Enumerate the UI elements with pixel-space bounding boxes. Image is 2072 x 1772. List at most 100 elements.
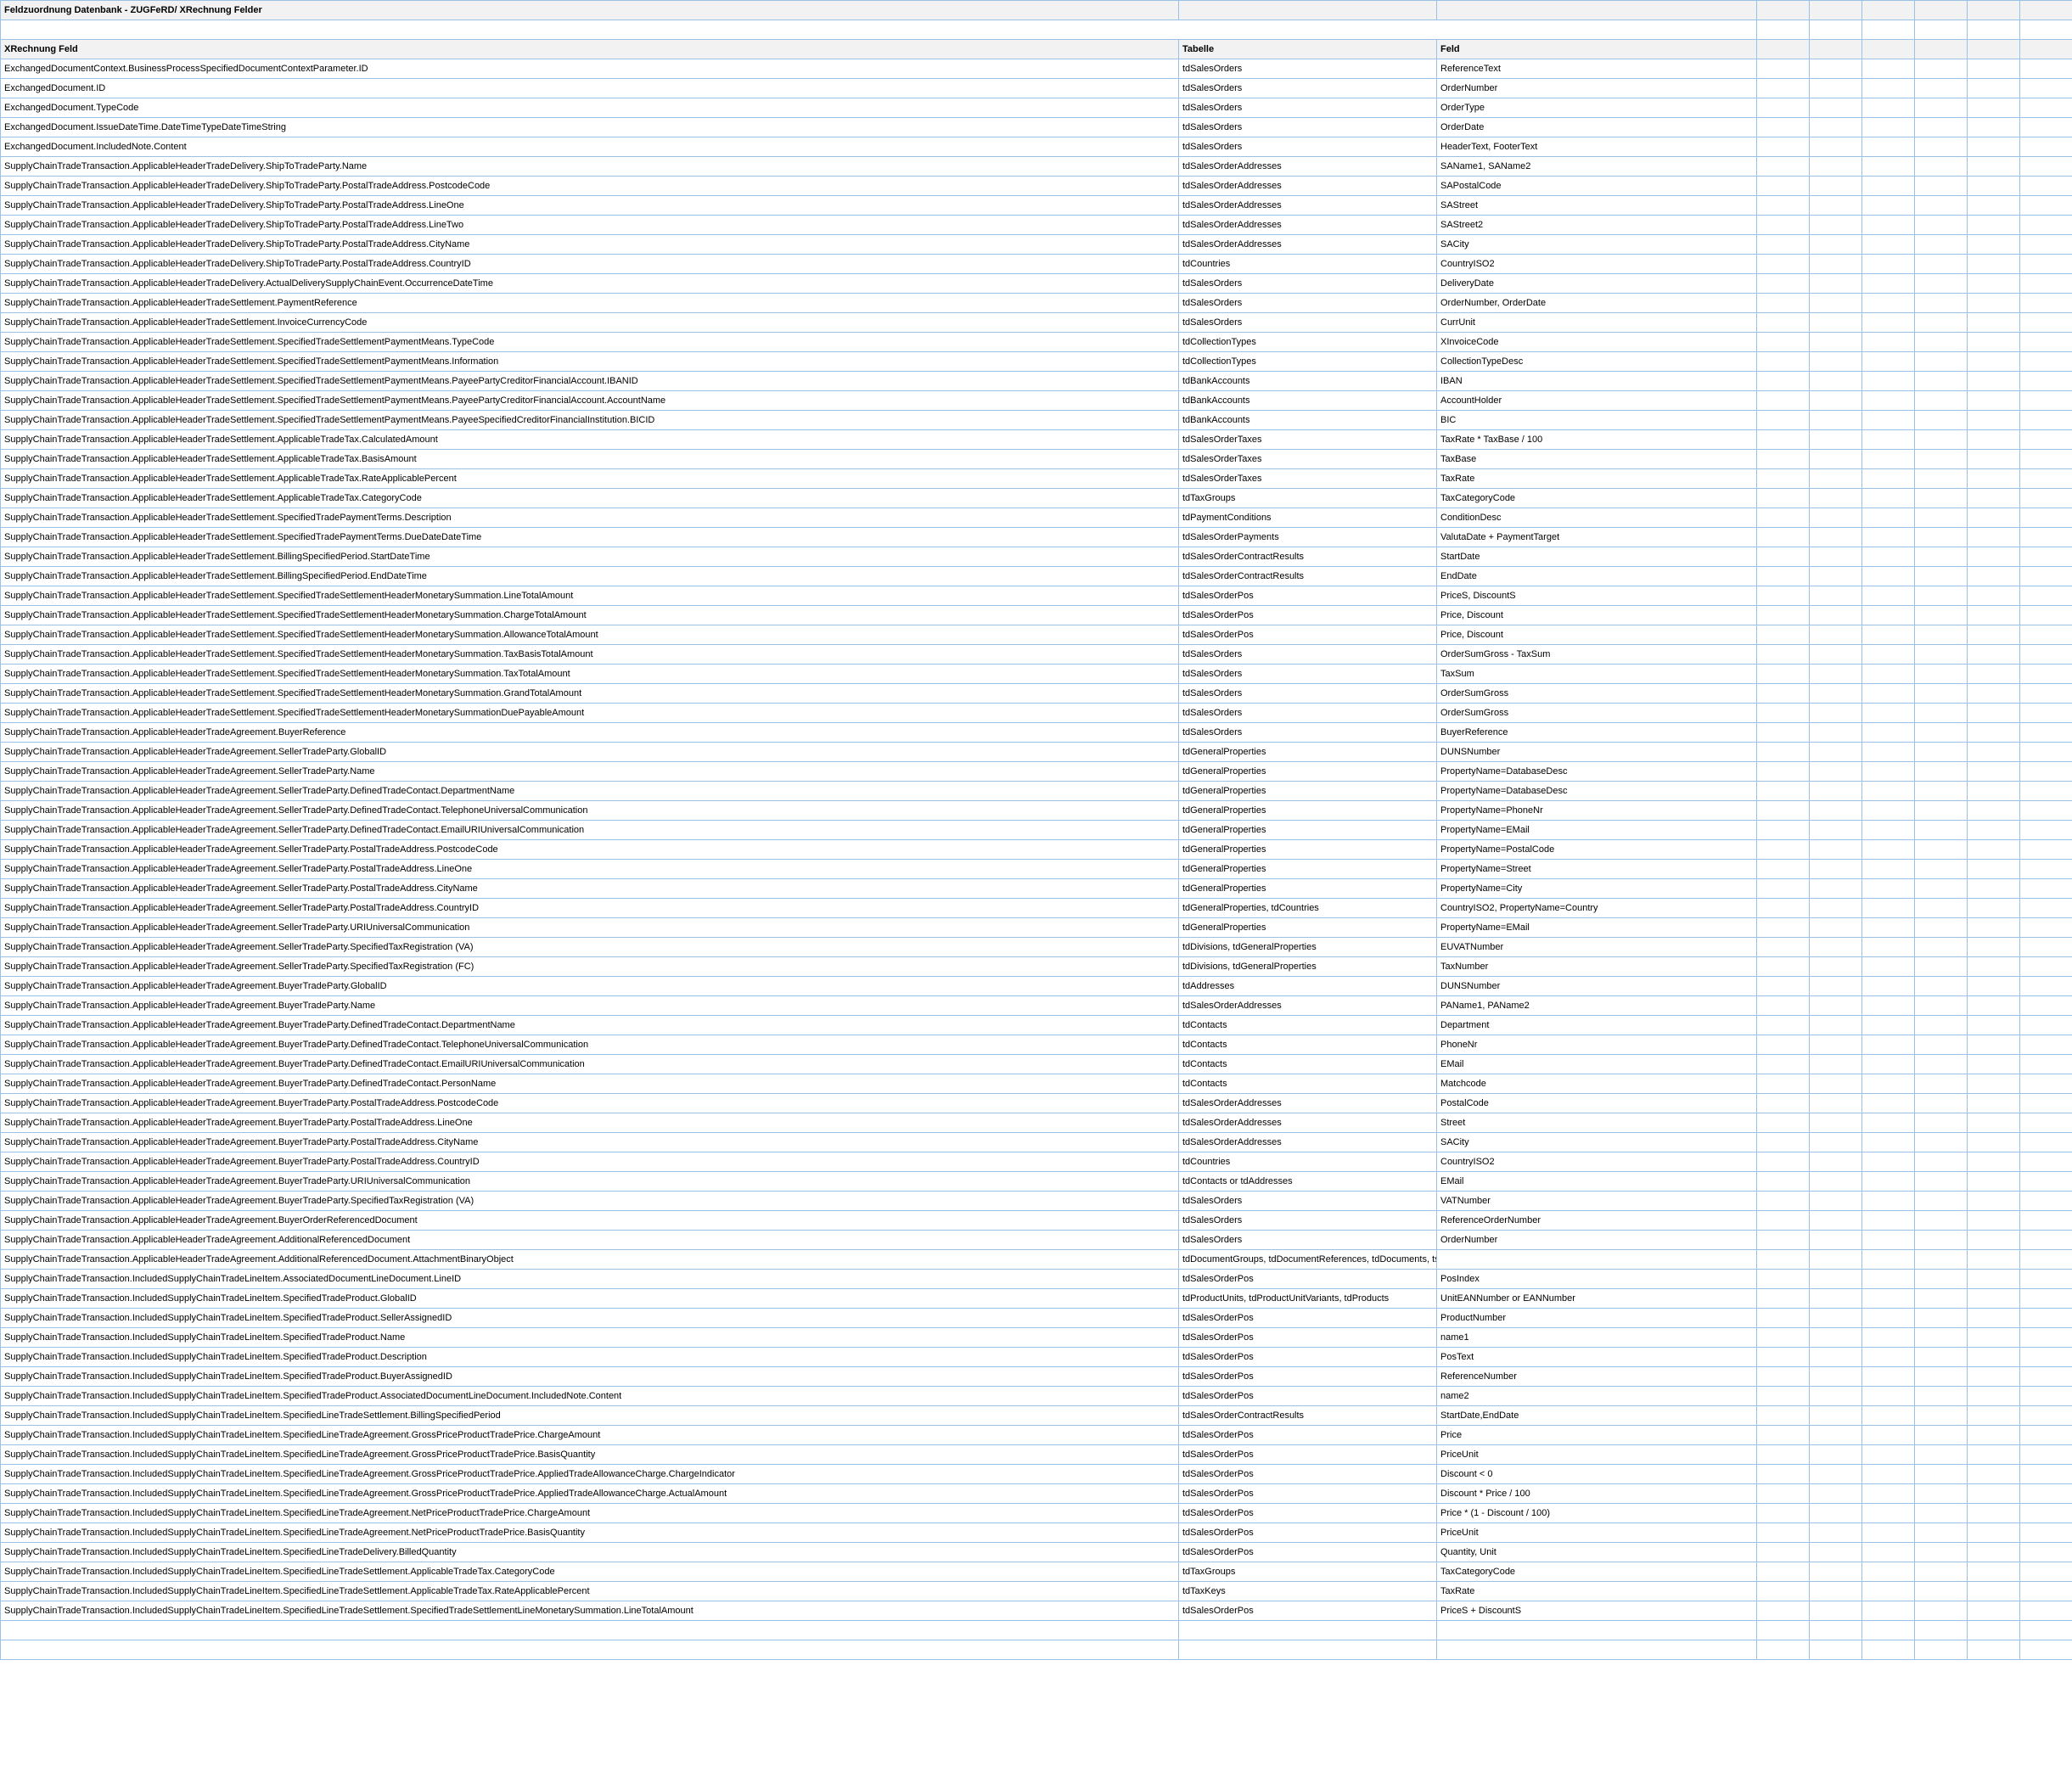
cell-tabelle[interactable]: tdSalesOrderPos — [1179, 1445, 1437, 1465]
cell-xrechnung-feld[interactable]: SupplyChainTradeTransaction.IncludedSupp… — [1, 1309, 1179, 1328]
empty-cell[interactable] — [1810, 586, 1862, 606]
empty-cell[interactable] — [1757, 20, 1810, 40]
cell-feld[interactable]: name1 — [1437, 1328, 1757, 1348]
empty-cell[interactable] — [1862, 625, 1915, 645]
cell-feld[interactable]: ReferenceNumber — [1437, 1367, 1757, 1387]
empty-cell[interactable] — [2020, 1309, 2072, 1328]
table-row[interactable]: SupplyChainTradeTransaction.IncludedSupp… — [1, 1270, 2072, 1289]
cell-feld[interactable]: PriceS + DiscountS — [1437, 1601, 1757, 1621]
table-row[interactable]: SupplyChainTradeTransaction.IncludedSupp… — [1, 1309, 2072, 1328]
empty-cell[interactable] — [1968, 860, 2020, 879]
table-row[interactable]: SupplyChainTradeTransaction.IncludedSupp… — [1, 1289, 2072, 1309]
cell-xrechnung-feld[interactable]: SupplyChainTradeTransaction.ApplicableHe… — [1, 372, 1179, 391]
empty-cell[interactable] — [1862, 274, 1915, 294]
empty-cell[interactable] — [2020, 1035, 2072, 1055]
empty-cell[interactable] — [1915, 411, 1968, 430]
empty-cell[interactable] — [2020, 1465, 2072, 1484]
empty-cell[interactable] — [1757, 313, 1810, 333]
empty-cell[interactable] — [1810, 1231, 1862, 1250]
empty-cell[interactable] — [2020, 40, 2072, 59]
empty-cell[interactable] — [1968, 1543, 2020, 1562]
empty-cell[interactable] — [1915, 938, 1968, 957]
empty-cell[interactable] — [1915, 840, 1968, 860]
empty-cell[interactable] — [1968, 1133, 2020, 1152]
cell-tabelle[interactable]: tdGeneralProperties — [1179, 801, 1437, 821]
empty-cell[interactable] — [1915, 489, 1968, 508]
empty-cell[interactable] — [1968, 1387, 2020, 1406]
empty-cell[interactable] — [2020, 977, 2072, 996]
empty-cell[interactable] — [1810, 645, 1862, 664]
empty-cell[interactable] — [1757, 294, 1810, 313]
empty-cell[interactable] — [1915, 1328, 1968, 1348]
cell-tabelle[interactable]: tdSalesOrders — [1179, 664, 1437, 684]
cell-feld[interactable]: VATNumber — [1437, 1192, 1757, 1211]
cell-tabelle[interactable]: tdSalesOrderAddresses — [1179, 157, 1437, 177]
empty-cell[interactable] — [1915, 1192, 1968, 1211]
empty-cell[interactable] — [1757, 1621, 1810, 1640]
empty-cell[interactable] — [1862, 1289, 1915, 1309]
empty-cell[interactable] — [1862, 1445, 1915, 1465]
empty-cell[interactable] — [1862, 1582, 1915, 1601]
empty-cell[interactable] — [1915, 996, 1968, 1016]
empty-cell[interactable] — [1915, 586, 1968, 606]
empty-cell[interactable] — [1810, 664, 1862, 684]
empty-cell[interactable] — [2020, 743, 2072, 762]
cell-feld[interactable]: TaxNumber — [1437, 957, 1757, 977]
empty-cell[interactable] — [2020, 1055, 2072, 1074]
cell-feld[interactable]: StartDate — [1437, 547, 1757, 567]
cell-xrechnung-feld[interactable]: SupplyChainTradeTransaction.IncludedSupp… — [1, 1445, 1179, 1465]
empty-cell[interactable] — [1915, 1289, 1968, 1309]
empty-cell[interactable] — [2020, 1, 2072, 20]
empty-cell[interactable] — [1915, 547, 1968, 567]
cell-feld[interactable]: SAName1, SAName2 — [1437, 157, 1757, 177]
cell-feld[interactable]: ConditionDesc — [1437, 508, 1757, 528]
empty-cell[interactable] — [1968, 723, 2020, 743]
cell-xrechnung-feld[interactable]: SupplyChainTradeTransaction.ApplicableHe… — [1, 274, 1179, 294]
empty-cell[interactable] — [2020, 567, 2072, 586]
empty-cell[interactable] — [2020, 1387, 2072, 1406]
empty-cell[interactable] — [1757, 1601, 1810, 1621]
cell-feld[interactable]: TaxRate — [1437, 469, 1757, 489]
cell-tabelle[interactable]: tdSalesOrders — [1179, 294, 1437, 313]
empty-cell[interactable] — [1810, 1113, 1862, 1133]
empty-cell[interactable] — [1915, 469, 1968, 489]
cell-xrechnung-feld[interactable]: SupplyChainTradeTransaction.ApplicableHe… — [1, 918, 1179, 938]
empty-cell[interactable] — [1757, 235, 1810, 255]
cell-tabelle[interactable]: tdSalesOrderAddresses — [1179, 196, 1437, 216]
empty-cell[interactable] — [2020, 723, 2072, 743]
table-row[interactable]: SupplyChainTradeTransaction.ApplicableHe… — [1, 352, 2072, 372]
cell-xrechnung-feld[interactable]: SupplyChainTradeTransaction.ApplicableHe… — [1, 957, 1179, 977]
empty-cell[interactable] — [1915, 743, 1968, 762]
empty-cell[interactable] — [2020, 430, 2072, 450]
empty-cell[interactable] — [1862, 372, 1915, 391]
empty-cell[interactable] — [1810, 1621, 1862, 1640]
empty-cell[interactable] — [2020, 1562, 2072, 1582]
empty-cell[interactable] — [1968, 216, 2020, 235]
empty-cell[interactable] — [1810, 1270, 1862, 1289]
table-row[interactable]: SupplyChainTradeTransaction.ApplicableHe… — [1, 372, 2072, 391]
empty-cell[interactable] — [1810, 391, 1862, 411]
empty-cell[interactable] — [1862, 938, 1915, 957]
empty-cell[interactable] — [1810, 1348, 1862, 1367]
table-row[interactable]: SupplyChainTradeTransaction.ApplicableHe… — [1, 586, 2072, 606]
empty-cell[interactable] — [1757, 1113, 1810, 1133]
empty-cell[interactable] — [2020, 1484, 2072, 1504]
empty-cell[interactable] — [1757, 664, 1810, 684]
cell-xrechnung-feld[interactable]: SupplyChainTradeTransaction.ApplicableHe… — [1, 606, 1179, 625]
empty-cell[interactable] — [1915, 20, 1968, 40]
empty-cell[interactable] — [1968, 274, 2020, 294]
empty-cell[interactable] — [1915, 762, 1968, 782]
table-row[interactable]: SupplyChainTradeTransaction.IncludedSupp… — [1, 1562, 2072, 1582]
cell-xrechnung-feld[interactable]: SupplyChainTradeTransaction.ApplicableHe… — [1, 625, 1179, 645]
empty-cell[interactable] — [1968, 40, 2020, 59]
empty-cell[interactable] — [1437, 1621, 1757, 1640]
cell-feld[interactable]: Matchcode — [1437, 1074, 1757, 1094]
empty-cell[interactable] — [1968, 1113, 2020, 1133]
empty-cell[interactable] — [2020, 196, 2072, 216]
empty-cell[interactable] — [1862, 333, 1915, 352]
empty-cell[interactable] — [2020, 20, 2072, 40]
cell-tabelle[interactable]: tdTaxGroups — [1179, 489, 1437, 508]
empty-cell[interactable] — [1810, 1523, 1862, 1543]
table-row[interactable]: SupplyChainTradeTransaction.IncludedSupp… — [1, 1582, 2072, 1601]
cell-xrechnung-feld[interactable]: SupplyChainTradeTransaction.ApplicableHe… — [1, 1094, 1179, 1113]
